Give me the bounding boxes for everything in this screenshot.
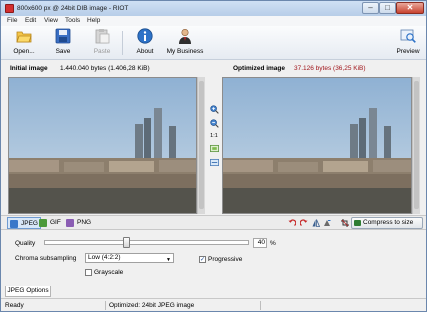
optimized-image-size: 37.126 bytes (36,25 KiB) — [294, 65, 366, 72]
scrollbar-thumb[interactable] — [414, 81, 419, 209]
tab-jpeg[interactable]: JPEG — [7, 217, 41, 229]
save-button[interactable]: Save — [53, 28, 73, 58]
grayscale-checkbox[interactable] — [85, 269, 92, 276]
crop-icon[interactable] — [341, 219, 349, 227]
chroma-subsampling-select[interactable]: Low (4:2:2) ▼ — [85, 253, 174, 263]
actual-size-button[interactable]: 1:1 — [206, 133, 222, 139]
optimized-image-pane[interactable] — [222, 77, 412, 214]
zoom-in-icon[interactable] — [209, 105, 219, 114]
title-bar: 800x600 px @ 24bit DIB image - RIOT – □ … — [1, 1, 426, 16]
optimized-image-label: Optimized image — [233, 65, 286, 72]
redo-icon[interactable] — [300, 219, 308, 227]
tab-jpeg-options[interactable]: JPEG Options — [5, 286, 51, 297]
quality-slider-thumb[interactable] — [123, 237, 131, 248]
quality-input[interactable]: 40 — [253, 238, 267, 248]
scrollbar-thumb[interactable] — [199, 81, 204, 209]
open-button[interactable]: Open... — [9, 28, 39, 58]
status-separator — [260, 301, 261, 310]
preview-button[interactable]: Preview — [394, 28, 422, 58]
optimized-image — [223, 78, 411, 213]
initial-image-size: 1.440.040 bytes (1.406,28 KiB) — [60, 65, 150, 72]
minimize-button[interactable]: – — [362, 2, 379, 14]
chevron-down-icon: ▼ — [166, 257, 171, 263]
paste-icon — [95, 29, 110, 44]
status-bar: Ready Optimized: 24bit JPEG image — [1, 298, 426, 311]
paste-button[interactable]: Paste — [92, 28, 112, 58]
menu-help[interactable]: Help — [87, 17, 100, 24]
initial-pane-scrollbar[interactable] — [197, 77, 205, 214]
about-button[interactable]: About — [133, 28, 157, 58]
flip-icon[interactable] — [312, 219, 320, 227]
tab-gif[interactable]: GIF — [37, 217, 63, 229]
sync-icon[interactable] — [209, 158, 219, 167]
chroma-subsampling-label: Chroma subsampling — [15, 255, 77, 262]
maximize-button[interactable]: □ — [379, 2, 396, 14]
optimized-pane-scrollbar[interactable] — [412, 77, 420, 214]
save-icon — [55, 28, 71, 44]
status-optimized: Optimized: 24bit JPEG image — [109, 302, 195, 309]
image-info-bar: Initial image 1.440.040 bytes (1.406,28 … — [1, 61, 426, 76]
status-separator — [105, 301, 106, 310]
undo-icon[interactable] — [288, 219, 296, 227]
toolbar: Open... Save Paste About My Business Pre… — [1, 26, 426, 60]
menu-view[interactable]: View — [44, 17, 58, 24]
quality-unit: % — [270, 240, 276, 247]
toolbar-separator — [122, 31, 123, 55]
progressive-label: Progressive — [208, 256, 243, 263]
png-icon — [66, 219, 74, 227]
menu-bar: File Edit View Tools Help — [1, 16, 426, 26]
app-window: 800x600 px @ 24bit DIB image - RIOT – □ … — [0, 0, 427, 312]
window-title: 800x600 px @ 24bit DIB image - RIOT — [17, 5, 129, 12]
preview-icon — [400, 29, 416, 43]
business-icon — [179, 28, 191, 44]
open-icon — [16, 31, 32, 43]
quality-label: Quality — [15, 240, 36, 247]
format-bar: JPEG GIF PNG Compress to size — [1, 215, 426, 230]
tab-png[interactable]: PNG — [64, 217, 93, 229]
quality-slider[interactable] — [44, 240, 249, 245]
compress-to-size-button[interactable]: Compress to size — [351, 217, 423, 229]
rotate-icon[interactable] — [323, 219, 331, 227]
my-business-button[interactable]: My Business — [165, 28, 205, 58]
jpeg-options-panel: Quality 40 % Chroma subsampling Low (4:2… — [1, 231, 426, 285]
app-icon — [5, 4, 14, 13]
menu-edit[interactable]: Edit — [25, 17, 36, 24]
zoom-out-icon[interactable] — [209, 119, 219, 128]
progressive-checkbox[interactable]: ✓ — [199, 256, 206, 263]
compress-icon — [354, 220, 361, 226]
initial-image-label: Initial image — [10, 65, 48, 72]
gif-icon — [39, 219, 47, 227]
grayscale-label: Grayscale — [94, 269, 124, 276]
jpeg-icon — [10, 220, 18, 228]
fit-icon[interactable] — [209, 144, 219, 153]
view-tools: 1:1 — [206, 105, 222, 172]
initial-image-pane[interactable] — [8, 77, 197, 214]
menu-file[interactable]: File — [7, 17, 17, 24]
close-button[interactable]: ✕ — [396, 2, 424, 14]
initial-image — [9, 78, 196, 213]
status-ready: Ready — [5, 302, 24, 309]
about-icon — [137, 28, 153, 44]
menu-tools[interactable]: Tools — [65, 17, 80, 24]
